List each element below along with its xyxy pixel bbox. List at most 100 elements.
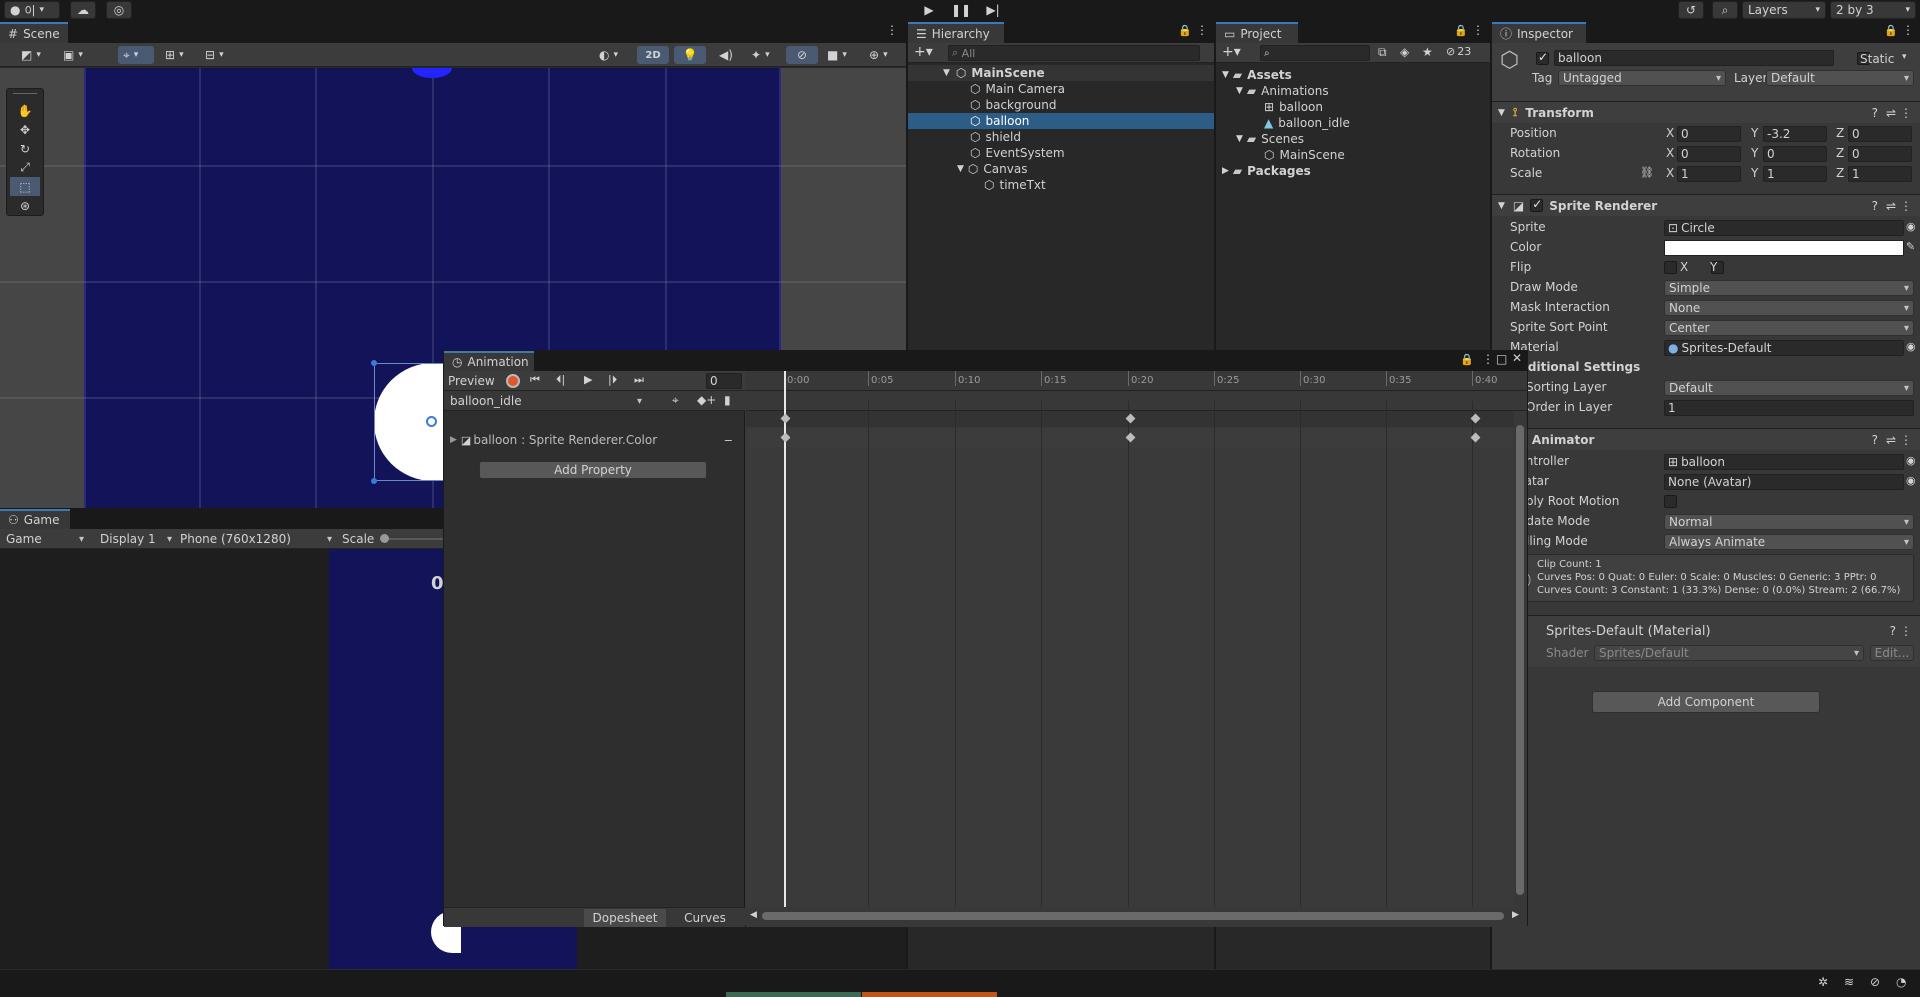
rotation-z-field[interactable]: 0 — [1848, 146, 1912, 162]
scale-slider[interactable] — [380, 534, 444, 543]
clip-dropdown[interactable]: balloon_idle — [446, 393, 646, 409]
balloon-sprite-scene[interactable] — [371, 360, 443, 484]
saved-search-icon[interactable]: ★ — [1422, 45, 1433, 59]
transform-tool-icon[interactable]: ⊛ — [10, 196, 40, 215]
object-picker-icon[interactable]: ◉ — [1906, 340, 1916, 353]
render-mode-dropdown[interactable]: ▣ ▾ — [58, 46, 94, 64]
arrow-left-icon[interactable]: ◀ — [750, 910, 757, 920]
shield-sprite[interactable] — [412, 68, 452, 78]
hierarchy-item-selected[interactable]: ⬡ balloon — [908, 113, 1214, 129]
asset-item[interactable]: ▲ balloon_idle — [1216, 115, 1490, 131]
eyedropper-icon[interactable]: ✎ — [1906, 240, 1915, 253]
search-button[interactable]: ⌕ — [1712, 1, 1738, 19]
add-event-icon[interactable]: ▮ — [724, 393, 731, 407]
object-name-field[interactable]: balloon — [1554, 50, 1834, 66]
link-icon[interactable]: ⛓ — [1640, 166, 1654, 179]
transform-header[interactable]: ▼ ⟟ Transform ? ⇌ ⋮ — [1492, 101, 1920, 123]
hand-tool-icon[interactable]: ✋ — [10, 101, 40, 120]
add-component-button[interactable]: Add Component — [1592, 691, 1820, 713]
scale-z-field[interactable]: 1 — [1848, 166, 1912, 182]
cloud-button[interactable]: ☁ — [70, 1, 96, 19]
curves-tab[interactable]: Curves — [666, 909, 744, 927]
step-button[interactable]: ▶| — [980, 1, 1006, 19]
move-tool-icon[interactable]: ✥ — [10, 120, 40, 139]
scale-x-field[interactable]: 1 — [1677, 166, 1741, 182]
edit-shader-button[interactable]: Edit... — [1870, 645, 1914, 661]
flip-x-checkbox[interactable] — [1664, 261, 1677, 274]
play-button[interactable]: ▶ — [916, 1, 942, 19]
draw-mode-dropdown[interactable]: ◩ ▾ — [16, 46, 52, 64]
more-icon[interactable]: ⋮ — [1482, 352, 1494, 366]
lock-icon[interactable]: 🔒 — [1454, 24, 1468, 37]
scrollbar-thumb[interactable] — [762, 912, 1504, 920]
horizontal-scrollbar[interactable]: ◀ ▶ — [746, 907, 1527, 927]
object-picker-icon[interactable]: ◉ — [1906, 474, 1916, 487]
frame-field[interactable]: 0 — [706, 373, 742, 389]
grid-snap-dropdown[interactable]: ⊞ ▾ — [160, 46, 196, 64]
game-view-dropdown[interactable]: Game — [2, 531, 88, 547]
tag-dropdown[interactable]: Untagged — [1558, 70, 1726, 86]
pause-button[interactable]: ❚❚ — [948, 1, 974, 19]
more-icon[interactable]: ⋮ — [1902, 23, 1914, 37]
asset-item[interactable]: ⬡ MainScene — [1216, 147, 1490, 163]
scene-root[interactable]: ▼ ⬡ MainScene — [908, 65, 1214, 81]
root-motion-checkbox[interactable] — [1664, 495, 1677, 508]
additional-settings-foldout[interactable]: Additional Settings — [1510, 360, 1640, 374]
debug-icon[interactable]: ⊘ — [1870, 975, 1880, 989]
more-icon[interactable]: ⋮ — [1900, 106, 1912, 120]
scale-tool-icon[interactable]: ⤢ — [10, 158, 40, 177]
project-search-input[interactable]: ⌕ — [1260, 45, 1370, 61]
lock-icon[interactable]: 🔒 — [1460, 353, 1474, 366]
help-icon[interactable]: ? — [1872, 106, 1878, 120]
rect-tool-icon[interactable]: ⬚ — [10, 177, 40, 196]
hierarchy-item[interactable]: ▼ ⬡ Canvas — [908, 161, 1214, 177]
sprite-field[interactable]: ⊡ Circle — [1664, 220, 1904, 236]
search-by-type-icon[interactable]: ⧉ — [1378, 45, 1387, 60]
hierarchy-item[interactable]: ⬡ shield — [908, 129, 1214, 145]
display-dropdown[interactable]: Display 1 — [96, 531, 176, 547]
folder-animations[interactable]: ▼ ▰ Animations — [1216, 83, 1490, 99]
playhead[interactable] — [784, 371, 786, 927]
lock-icon[interactable]: 🔒 — [1178, 24, 1192, 37]
more-icon[interactable]: ⋮ — [1472, 23, 1484, 37]
rotate-tool-icon[interactable]: ↻ — [10, 139, 40, 158]
preview-toggle[interactable]: Preview — [448, 374, 495, 388]
layers-dropdown[interactable]: Layers ▾ — [1742, 1, 1826, 19]
position-x-field[interactable]: 0 — [1677, 126, 1741, 142]
tab-game[interactable]: ⚇ Game — [0, 509, 70, 529]
next-frame-icon[interactable]: |⏵ — [608, 373, 617, 387]
mask-interaction-dropdown[interactable]: None — [1664, 300, 1914, 316]
search-by-label-icon[interactable]: ◈ — [1400, 45, 1409, 59]
active-checkbox[interactable] — [1536, 50, 1549, 65]
update-mode-dropdown[interactable]: Normal — [1664, 514, 1914, 530]
help-icon[interactable]: ? — [1872, 199, 1878, 213]
help-icon[interactable]: ? — [1872, 433, 1878, 447]
hidden-toggle[interactable]: ⊘ — [786, 46, 818, 64]
scale-y-field[interactable]: 1 — [1763, 166, 1827, 182]
add-property-button[interactable]: Add Property — [479, 461, 707, 479]
sprite-renderer-enabled-checkbox[interactable] — [1530, 197, 1544, 212]
close-icon[interactable]: ✕ — [1512, 351, 1522, 365]
tab-scene[interactable]: # Scene — [0, 22, 68, 43]
folder-scenes[interactable]: ▼ ▰ Scenes — [1216, 131, 1490, 147]
asset-item[interactable]: ⊞ balloon — [1216, 99, 1490, 115]
maximize-icon[interactable]: □ — [1496, 352, 1507, 366]
tab-animation[interactable]: ◷ Animation — [444, 351, 534, 371]
preset-icon[interactable]: ⇌ — [1886, 199, 1896, 213]
arrow-right-icon[interactable]: ▶ — [1512, 910, 1519, 920]
hierarchy-search-input[interactable]: ⌕ All — [948, 45, 1200, 61]
controller-field[interactable]: ⊞ balloon — [1664, 454, 1904, 470]
sprite-renderer-header[interactable]: ▼ ◪ Sprite Renderer ? ⇌ ⋮ — [1492, 194, 1920, 216]
more-icon[interactable]: ⋮ — [886, 23, 898, 37]
preset-icon[interactable]: ⇌ — [1886, 433, 1896, 447]
gizmos-dropdown[interactable]: ⊕ ▾ — [864, 46, 902, 64]
hierarchy-item[interactable]: ⬡ timeTxt — [908, 177, 1214, 193]
rotation-x-field[interactable]: 0 — [1677, 146, 1741, 162]
remove-property-icon[interactable]: − — [724, 434, 733, 447]
scrollbar-thumb[interactable] — [1516, 425, 1524, 895]
add-icon[interactable]: +▾ — [914, 44, 933, 60]
resolution-dropdown[interactable]: Phone (760x1280) — [176, 531, 336, 547]
add-keyframe-icon[interactable]: ◆+ — [697, 393, 716, 407]
preset-icon[interactable]: ⇌ — [1886, 106, 1896, 120]
color-swatch[interactable] — [1664, 240, 1904, 256]
